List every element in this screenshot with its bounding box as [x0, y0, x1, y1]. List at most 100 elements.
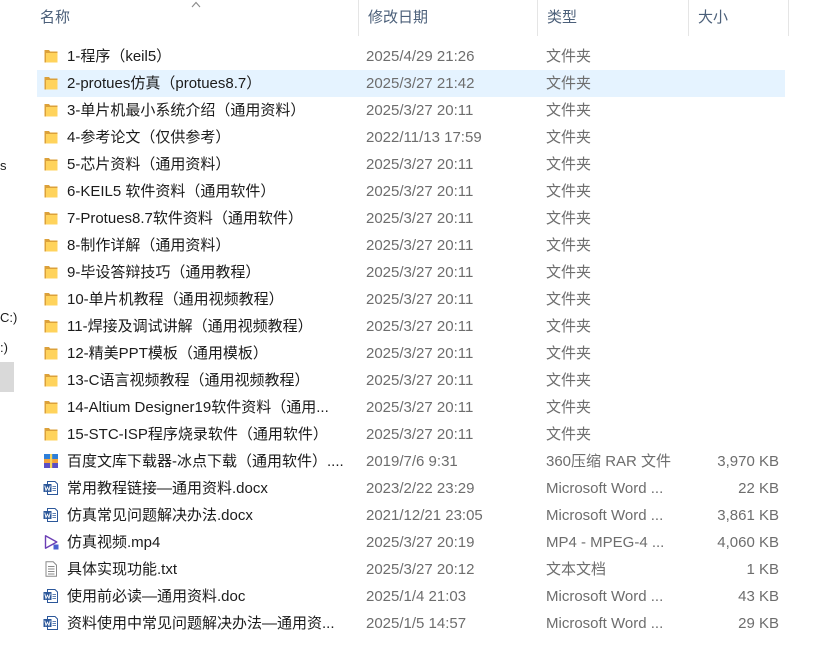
file-date-modified: 2019/7/6 9:31	[366, 453, 458, 470]
file-type: 文件夹	[546, 129, 592, 146]
file-name: 3-单片机最小系统介绍（通用资料）	[67, 102, 306, 119]
file-name: 14-Altium Designer19软件资料（通用...	[67, 399, 329, 416]
file-row[interactable]: 8-制作详解（通用资料） 2025/3/27 20:11 文件夹	[37, 232, 785, 259]
file-row[interactable]: 14-Altium Designer19软件资料（通用... 2025/3/27 …	[37, 394, 785, 421]
file-date-modified: 2022/11/13 17:59	[366, 129, 482, 146]
folder-icon	[43, 210, 59, 226]
file-name: 2-protues仿真（protues8.7）	[67, 75, 262, 92]
file-type: 文件夹	[546, 156, 592, 173]
file-row[interactable]: 6-KEIL5 软件资料（通用软件） 2025/3/27 20:11 文件夹	[37, 178, 785, 205]
file-date-modified: 2025/3/27 20:11	[366, 183, 474, 200]
file-date-modified: 2025/3/27 21:42	[366, 75, 475, 92]
file-size: 29 KB	[738, 615, 779, 632]
folder-icon	[43, 291, 59, 307]
file-row[interactable]: 13-C语言视频教程（通用视频教程） 2025/3/27 20:11 文件夹	[37, 367, 785, 394]
file-row[interactable]: 仿真视频.mp4 2025/3/27 20:19 MP4 - MPEG-4 ... 4…	[37, 529, 785, 556]
rar-archive-icon	[43, 453, 59, 469]
file-type: 文件夹	[546, 210, 592, 227]
column-header-date-modified[interactable]: 修改日期	[359, 0, 538, 36]
file-name: 1-程序（keil5）	[67, 48, 172, 65]
file-type: 文件夹	[546, 291, 592, 308]
file-name: 仿真视频.mp4	[67, 534, 161, 551]
column-header-type[interactable]: 类型	[538, 0, 689, 36]
file-row[interactable]: 11-焊接及调试讲解（通用视频教程） 2025/3/27 20:11 文件夹	[37, 313, 785, 340]
file-row[interactable]: 仿真常见问题解决办法.docx 2021/12/21 23:05 Microsoft…	[37, 502, 785, 529]
file-size: 4,060 KB	[717, 534, 779, 551]
file-size: 3,861 KB	[717, 507, 779, 524]
video-file-icon	[43, 534, 59, 550]
file-row[interactable]: 百度文库下载器-冰点下载（通用软件）.... 2019/7/6 9:31 360压缩…	[37, 448, 785, 475]
file-name: 资料使用中常见问题解决办法—通用资...	[67, 615, 335, 632]
file-row[interactable]: 资料使用中常见问题解决办法—通用资... 2025/1/5 14:57 Micros…	[37, 610, 785, 637]
file-date-modified: 2025/3/27 20:11	[366, 237, 474, 254]
file-row[interactable]: 4-参考论文（仅供参考） 2022/11/13 17:59 文件夹	[37, 124, 785, 151]
file-row[interactable]: 5-芯片资料（通用资料） 2025/3/27 20:11 文件夹	[37, 151, 785, 178]
file-date-modified: 2025/3/27 20:11	[366, 264, 474, 281]
file-date-modified: 2025/3/27 20:11	[366, 426, 474, 443]
file-name: 9-毕设答辩技巧（通用教程）	[67, 264, 261, 281]
word-document-icon	[43, 480, 59, 496]
file-row[interactable]: 使用前必读—通用资料.doc 2025/1/4 21:03 Microsoft Wo…	[37, 583, 785, 610]
file-row[interactable]: 具体实现功能.txt 2025/3/27 20:12 文本文档 1 KB	[37, 556, 785, 583]
folder-icon	[43, 48, 59, 64]
column-label-size: 大小	[698, 9, 729, 26]
file-date-modified: 2025/3/27 20:11	[366, 102, 474, 119]
file-date-modified: 2025/1/4 21:03	[366, 588, 467, 605]
file-type: 文件夹	[546, 426, 592, 443]
file-date-modified: 2021/12/21 23:05	[366, 507, 483, 524]
file-type: 文件夹	[546, 75, 592, 92]
file-name: 8-制作详解（通用资料）	[67, 237, 231, 254]
file-type: 文件夹	[546, 48, 592, 65]
file-name: 15-STC-ISP程序烧录软件（通用软件）	[67, 426, 328, 443]
file-size: 1 KB	[746, 561, 779, 578]
file-type: 文本文档	[546, 561, 607, 578]
text-file-icon	[43, 561, 59, 577]
file-date-modified: 2025/3/27 20:11	[366, 345, 474, 362]
file-list: 1-程序（keil5） 2025/4/29 21:26 文件夹 2-protues仿真…	[37, 43, 785, 637]
file-date-modified: 2025/3/27 20:11	[366, 291, 474, 308]
file-name: 常用教程链接—通用资料.docx	[67, 480, 268, 497]
file-date-modified: 2025/3/27 20:11	[366, 372, 474, 389]
file-size: 3,970 KB	[717, 453, 779, 470]
folder-icon	[43, 183, 59, 199]
file-name: 13-C语言视频教程（通用视频教程）	[67, 372, 310, 389]
folder-icon	[43, 102, 59, 118]
file-row[interactable]: 9-毕设答辩技巧（通用教程） 2025/3/27 20:11 文件夹	[37, 259, 785, 286]
file-date-modified: 2025/1/5 14:57	[366, 615, 467, 632]
file-date-modified: 2025/3/27 20:12	[366, 561, 475, 578]
file-row[interactable]: 10-单片机教程（通用视频教程） 2025/3/27 20:11 文件夹	[37, 286, 785, 313]
folder-icon	[43, 345, 59, 361]
nav-item-drive-c[interactable]: C:)	[0, 309, 17, 327]
file-row[interactable]: 15-STC-ISP程序烧录软件（通用软件） 2025/3/27 20:11 文件夹	[37, 421, 785, 448]
file-row[interactable]: 1-程序（keil5） 2025/4/29 21:26 文件夹	[37, 43, 785, 70]
file-row[interactable]: 7-Protues8.7软件资料（通用软件） 2025/3/27 20:11 文件夹	[37, 205, 785, 232]
nav-item-drive[interactable]: :)	[0, 339, 8, 357]
file-date-modified: 2025/3/27 20:11	[366, 399, 474, 416]
file-row[interactable]: 2-protues仿真（protues8.7） 2025/3/27 21:42 文件…	[37, 70, 785, 97]
file-date-modified: 2023/2/22 23:29	[366, 480, 475, 497]
file-name: 10-单片机教程（通用视频教程）	[67, 291, 284, 308]
file-date-modified: 2025/3/27 20:11	[366, 210, 474, 227]
column-header-size[interactable]: 大小	[689, 0, 789, 36]
folder-icon	[43, 399, 59, 415]
folder-icon	[43, 372, 59, 388]
file-row[interactable]: 12-精美PPT模板（通用模板） 2025/3/27 20:11 文件夹	[37, 340, 785, 367]
nav-item-fragment[interactable]: s	[0, 157, 7, 175]
file-type: Microsoft Word ...	[546, 588, 664, 605]
column-header-bar: 名称 修改日期 类型 大小	[0, 0, 827, 36]
file-date-modified: 2025/4/29 21:26	[366, 48, 475, 65]
column-label-type: 类型	[547, 9, 578, 26]
file-name: 使用前必读—通用资料.doc	[67, 588, 246, 605]
folder-icon	[43, 264, 59, 280]
file-row[interactable]: 常用教程链接—通用资料.docx 2023/2/22 23:29 Microsoft…	[37, 475, 785, 502]
file-name: 5-芯片资料（通用资料）	[67, 156, 231, 173]
file-type: 文件夹	[546, 372, 592, 389]
nav-item-selected[interactable]	[0, 362, 14, 392]
file-date-modified: 2025/3/27 20:11	[366, 156, 474, 173]
file-type: MP4 - MPEG-4 ...	[546, 534, 665, 551]
file-type: 文件夹	[546, 345, 592, 362]
file-name: 仿真常见问题解决办法.docx	[67, 507, 253, 524]
file-row[interactable]: 3-单片机最小系统介绍（通用资料） 2025/3/27 20:11 文件夹	[37, 97, 785, 124]
file-name: 11-焊接及调试讲解（通用视频教程）	[67, 318, 313, 335]
file-size: 22 KB	[738, 480, 779, 497]
